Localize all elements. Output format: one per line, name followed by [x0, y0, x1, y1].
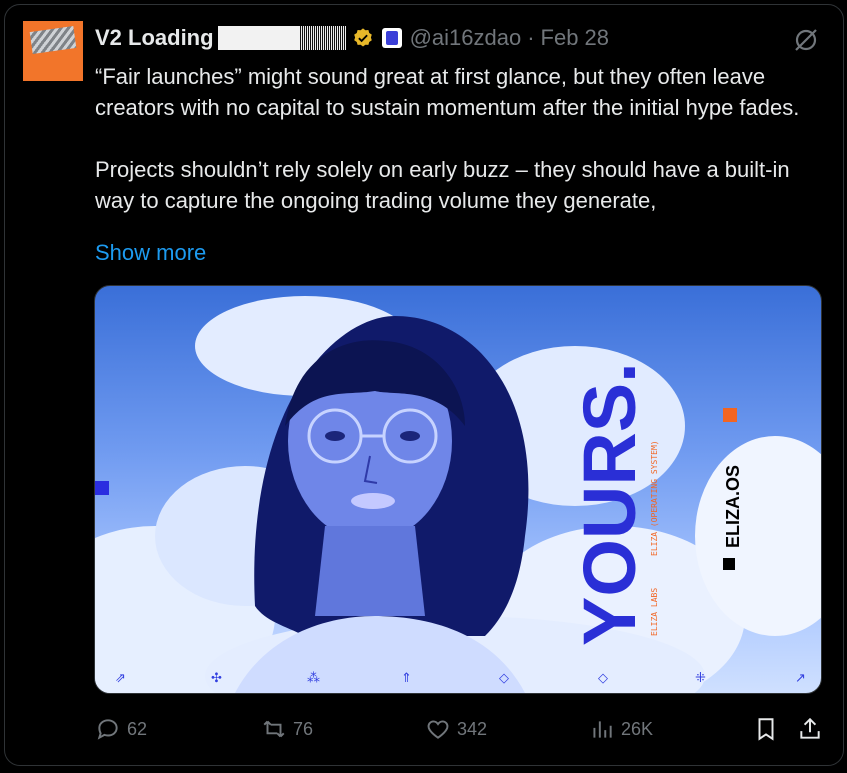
- avatar[interactable]: [23, 21, 83, 81]
- svg-text:◇: ◇: [499, 671, 509, 686]
- repost-button[interactable]: 76: [261, 709, 313, 749]
- media-brand: ELIZA.OS: [723, 465, 743, 548]
- svg-text:⇑: ⇑: [401, 671, 412, 686]
- svg-text:✣: ✣: [211, 671, 222, 686]
- views-button[interactable]: 26K: [589, 709, 653, 749]
- svg-text:⇗: ⇗: [115, 671, 126, 686]
- like-count: 342: [457, 718, 488, 739]
- redacted-name-part: [217, 26, 346, 50]
- heart-icon: [427, 720, 449, 739]
- show-more-link[interactable]: Show more: [95, 240, 206, 266]
- separator-dot: ·: [527, 25, 535, 50]
- repost-count: 76: [293, 718, 314, 739]
- action-bar: 62 76 342 26K: [95, 709, 825, 749]
- avatar-image: [29, 26, 77, 54]
- tweet-paragraph-2: Projects shouldn’t rely solely on early …: [95, 157, 790, 213]
- analytics-icon: [593, 721, 612, 738]
- verified-badge-icon[interactable]: [352, 27, 374, 49]
- media-side-text-2: ELIZA LABS: [650, 588, 659, 636]
- svg-text:↗: ↗: [795, 671, 806, 686]
- bookmark-button[interactable]: [753, 709, 779, 749]
- like-button[interactable]: 342: [425, 709, 487, 749]
- reply-icon: [97, 719, 118, 740]
- svg-text:⁂: ⁂: [307, 671, 320, 686]
- share-button[interactable]: [797, 709, 823, 749]
- tweet-media-image[interactable]: ⇗ ✣ ⁂ ⇑ ◇ ◇ ⁜ ↗ YOURS. ELIZA (OPERATING …: [94, 285, 822, 694]
- media-headline: YOURS.: [568, 362, 651, 646]
- bookmark-icon: [758, 718, 774, 741]
- reply-button[interactable]: 62: [95, 709, 147, 749]
- svg-text:⁜: ⁜: [695, 671, 706, 686]
- media-side-text: ELIZA (OPERATING SYSTEM): [650, 440, 659, 556]
- svg-text:◇: ◇: [598, 671, 608, 686]
- share-icon: [800, 717, 820, 739]
- reply-count: 62: [127, 718, 148, 739]
- media-artwork: ⇗ ✣ ⁂ ⇑ ◇ ◇ ⁜ ↗ YOURS. ELIZA (OPERATING …: [95, 296, 821, 693]
- handle[interactable]: @ai16zdao: [410, 25, 522, 51]
- view-count: 26K: [621, 718, 654, 739]
- display-name[interactable]: V2 Loading: [95, 25, 214, 51]
- tweet-text: “Fair launches” might sound great at fir…: [95, 61, 825, 247]
- tweet-header: V2 Loading @ai16zdao · Feb 28: [95, 23, 609, 53]
- tweet-date[interactable]: Feb 28: [541, 25, 610, 51]
- repost-icon: [263, 720, 285, 738]
- tweet-paragraph-1: “Fair launches” might sound great at fir…: [95, 64, 800, 120]
- affiliation-icon[interactable]: [381, 28, 402, 48]
- grok-icon[interactable]: [793, 27, 819, 53]
- tweet-card[interactable]: V2 Loading @ai16zdao · Feb 28 “Fair laun…: [4, 4, 844, 766]
